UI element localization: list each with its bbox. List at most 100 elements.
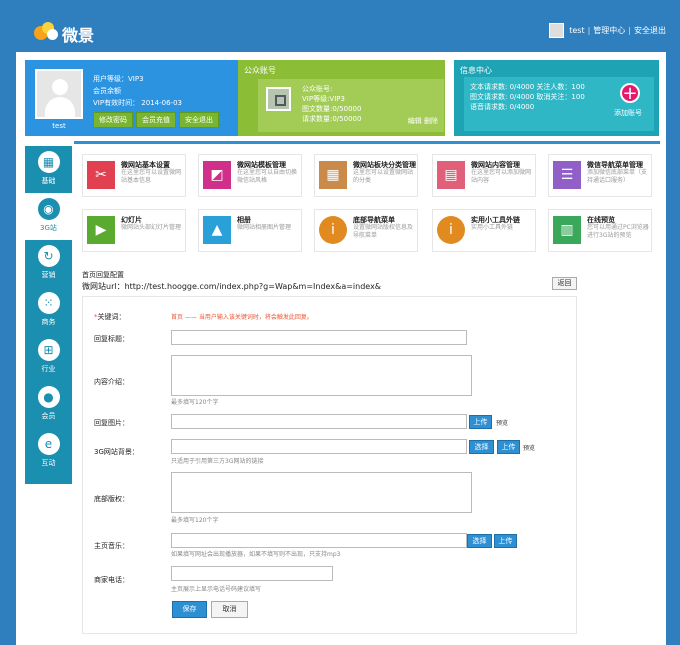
user-info: 用户等级：VIP3 会员余额 VIP有效时间： 2014-06-03 [93, 75, 182, 107]
sidebar-item-interact[interactable]: e 互动 [25, 428, 72, 475]
tile-tools-link[interactable]: i 实用小工具外链 实用小工具外链 [432, 209, 536, 252]
back-button[interactable]: 返回 [552, 277, 577, 290]
refresh-icon: ↻ [37, 245, 60, 267]
phone-input[interactable] [171, 566, 333, 581]
logout-link[interactable]: 安全退出 [634, 25, 666, 36]
reply-image-label: 回复图片： [94, 419, 129, 427]
sidebar-item-business[interactable]: ⁙ 商务 [25, 287, 72, 334]
music-select-button[interactable]: 选择 [467, 534, 492, 548]
delete-account-link[interactable]: 删除 [424, 117, 438, 125]
public-account-panel: 公众账号 公众账号: VIP等级:VIP3 图文数量:0/50000 请求数量:… [238, 60, 445, 136]
image-preview-link[interactable]: 预览 [496, 418, 508, 427]
windows-icon: ⊞ [37, 339, 60, 361]
music-upload-button[interactable]: 上传 [494, 534, 517, 548]
message-stats: 文本请求数: 0/4000 关注人数：100 图文请求数: 0/4000 取消关… [470, 83, 585, 111]
keyword-value: 首页 —— 当用户输入该关键词时，将会触发此回复。 [171, 314, 313, 321]
sidebar-item-marketing[interactable]: ↻ 营销 [25, 240, 72, 287]
phone-note: 主页展示上显示电话号码建议填写 [171, 586, 262, 593]
signal-icon: ◉ [37, 198, 60, 220]
message-stats-card: 文本请求数: 0/4000 关注人数：100 图文请求数: 0/4000 取消关… [464, 77, 654, 131]
image-icon: ▲ [203, 216, 231, 244]
intro-note: 最多填写120个字 [171, 399, 219, 406]
tile-album[interactable]: ▲ 相册 微网站相册图片管理 [198, 209, 302, 252]
info-icon: i [319, 216, 347, 244]
top-user-bar: test | 管理中心 | 安全退出 [549, 23, 666, 38]
bg-note: 只适用于引用第三方3G网站的链接 [171, 458, 264, 465]
avatar[interactable] [549, 23, 565, 38]
account-thumb-icon [266, 87, 291, 111]
tile-template-manage[interactable]: ◩ 微网站模板管理 在这里您可以自由切换微信站风格 [198, 154, 302, 197]
reply-config-form [82, 296, 577, 634]
logo-icon [34, 22, 60, 42]
tile-online-preview[interactable]: ▥ 在线预览 您可以用通过PC浏览器进行3G站的预览 [548, 209, 652, 252]
account-card: 公众账号: VIP等级:VIP3 图文数量:0/50000 请求数量:0/500… [258, 79, 444, 132]
add-account-plus-icon[interactable]: + [620, 83, 640, 103]
map-icon: ▥ [553, 216, 581, 244]
tile-site-basic-settings[interactable]: ✂ 微网站基本设置 在这里您可以设置微网站基本信息 [82, 154, 186, 197]
music-note: 如果填写网址会出现播放器，如果不填写则不出现，只支持mp3 [171, 551, 341, 558]
message-center-panel: 信息中心 文本请求数: 0/4000 关注人数：100 图文请求数: 0/400… [454, 60, 659, 136]
bg-upload-button[interactable]: 上传 [497, 440, 520, 454]
user-name: test [52, 122, 66, 130]
bg-select-button[interactable]: 选择 [469, 440, 494, 454]
panel-title: 信息中心 [460, 66, 492, 75]
sidebar-item-basic[interactable]: ▦ 基础 [25, 146, 72, 193]
tile-wechat-menu-manage[interactable]: ☰ 微信导航菜单管理 添加微信底部菜单（支持通话口服务） [548, 154, 652, 197]
tile-bottom-nav[interactable]: i 底部导航菜单 设置微网站版权信息及导航菜单 [314, 209, 418, 252]
user-panel: test 用户等级：VIP3 会员余额 VIP有效时间： 2014-06-03 … [25, 60, 241, 136]
dots-icon: ⁙ [37, 292, 60, 314]
bg-label: 3G网站背景： [94, 448, 139, 456]
document-icon: ▤ [437, 161, 465, 189]
music-input[interactable] [171, 533, 467, 548]
reply-title-label: 回复标题： [94, 335, 129, 343]
top-header: 微景 test | 管理中心 | 安全退出 [0, 0, 680, 54]
user-actions: 修改密码 会员充值 安全退出 [93, 112, 219, 128]
account-info: 公众账号: VIP等级:VIP3 图文数量:0/50000 请求数量:0/500… [302, 85, 362, 123]
bg-input[interactable] [171, 439, 467, 454]
sidebar-item-member[interactable]: ● 会员 [25, 381, 72, 428]
copyright-textarea[interactable] [171, 472, 472, 513]
music-label: 主页音乐： [94, 542, 129, 550]
person-icon: ● [37, 386, 60, 408]
copyright-note: 最多填写120个字 [171, 517, 219, 524]
sidebar-item-3g[interactable]: ◉ 3G站 [25, 193, 72, 240]
info-icon: i [437, 216, 465, 244]
top-username[interactable]: test [569, 26, 584, 35]
keyword-label: *关键词： [94, 313, 126, 321]
logo-text: 微景 [62, 26, 95, 45]
image-upload-button[interactable]: 上传 [469, 415, 492, 429]
cancel-button[interactable]: 取消 [211, 601, 248, 618]
reply-image-input[interactable] [171, 414, 467, 429]
tile-category-manage[interactable]: ▦ 微网站板块分类管理 这里您可以设置微网站的分类 [314, 154, 418, 197]
intro-label: 内容介绍： [94, 378, 129, 386]
accent-divider [74, 141, 660, 144]
intro-textarea[interactable] [171, 355, 472, 396]
bg-preview-link[interactable]: 预览 [523, 443, 535, 452]
sidebar-item-industry[interactable]: ⊞ 行业 [25, 334, 72, 381]
config-title: 首页回复配置 [82, 271, 124, 279]
ie-icon: e [37, 433, 60, 455]
panel-title: 公众账号 [244, 66, 276, 75]
manage-center-link[interactable]: 管理中心 [593, 25, 625, 36]
template-icon: ◩ [203, 161, 231, 189]
tile-content-manage[interactable]: ▤ 微网站内容管理 在这里您可以添加微网站内容 [432, 154, 536, 197]
tile-slideshow[interactable]: ▶ 幻灯片 微网站头部幻灯片管理 [82, 209, 186, 252]
phone-label: 商家电话： [94, 576, 129, 584]
grid-icon: ▦ [37, 151, 60, 173]
tools-icon: ✂ [87, 161, 115, 189]
site-url: 微网站url：http://test.hoogge.com/index.php?… [82, 282, 382, 291]
grid-icon: ▦ [319, 161, 347, 189]
save-button[interactable]: 保存 [172, 601, 207, 618]
sidebar: ▦ 基础 ◉ 3G站 ↻ 营销 ⁙ 商务 ⊞ 行业 ● 会员 e 互动 [25, 146, 72, 484]
copyright-label: 底部版权： [94, 495, 129, 503]
recharge-button[interactable]: 会员充值 [136, 112, 176, 128]
add-account-label[interactable]: 添加账号 [614, 108, 642, 118]
list-icon: ☰ [553, 161, 581, 189]
video-icon: ▶ [87, 216, 115, 244]
account-actions: 编辑 删除 [408, 116, 438, 126]
change-password-button[interactable]: 修改密码 [93, 112, 133, 128]
user-avatar [35, 69, 83, 119]
reply-title-input[interactable] [171, 330, 467, 345]
edit-account-link[interactable]: 编辑 [408, 117, 422, 125]
logout-button[interactable]: 安全退出 [179, 112, 219, 128]
